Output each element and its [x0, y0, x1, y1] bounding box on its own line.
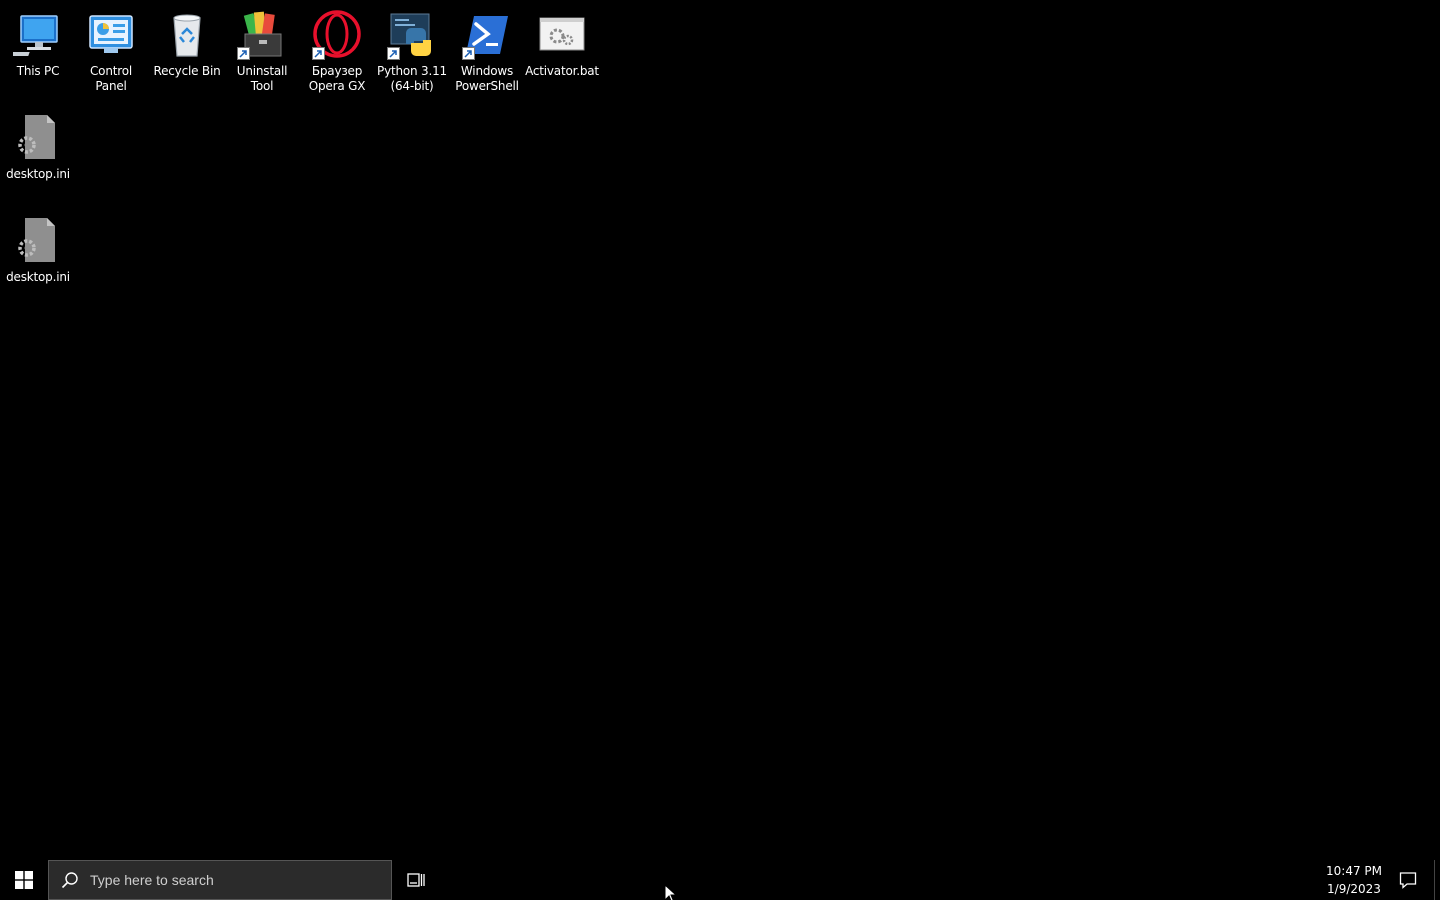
desktop-icon-label: desktop.ini — [6, 270, 70, 284]
start-button[interactable] — [0, 860, 48, 900]
desktop-icon-powershell[interactable]: Windows PowerShell — [449, 4, 525, 94]
action-center-button[interactable] — [1392, 860, 1424, 900]
uninstall-tool-icon — [237, 10, 287, 60]
computer-icon — [0, 10, 63, 60]
desktop-icon-label: Uninstall Tool — [236, 64, 288, 93]
desktop-icon-opera-gx[interactable]: Браузер Opera GX — [299, 4, 375, 94]
powershell-icon — [462, 10, 512, 60]
desktop-icon-label: This PC — [16, 64, 60, 78]
desktop-icon-label: Activator.bat — [525, 64, 599, 78]
taskbar-clock[interactable]: 10:47 PM 1/9/2023 — [1318, 862, 1390, 898]
control-panel-icon — [86, 10, 136, 60]
windows-logo-icon — [15, 871, 33, 889]
clock-time: 10:47 PM — [1326, 864, 1382, 878]
show-desktop-button[interactable] — [1434, 860, 1440, 900]
action-center-icon — [1399, 872, 1417, 889]
shortcut-arrow-icon — [312, 47, 325, 60]
desktop-icon-label: Recycle Bin — [153, 64, 221, 78]
desktop-icon-label: Control Panel — [90, 64, 132, 93]
desktop-icon-uninstall-tool[interactable]: Uninstall Tool — [224, 4, 300, 94]
recycle-bin-icon — [162, 10, 212, 60]
shortcut-arrow-icon — [387, 47, 400, 60]
desktop-icon-activator-bat[interactable]: Activator.bat — [524, 4, 600, 79]
desktop-icon-desktop-ini[interactable]: desktop.ini — [0, 107, 76, 182]
desktop-icon-desktop-ini[interactable]: desktop.ini — [0, 210, 76, 285]
clock-date: 1/9/2023 — [1327, 882, 1381, 896]
taskbar-search-box[interactable] — [48, 860, 392, 900]
opera-gx-icon — [312, 10, 362, 60]
desktop-icon-python[interactable]: Python 3.11 (64-bit) — [374, 4, 450, 94]
python-icon — [387, 10, 437, 60]
search-icon — [61, 872, 78, 889]
desktop-icon-label: desktop.ini — [6, 167, 70, 181]
desktop-icon-label: Браузер Opera GX — [308, 64, 366, 93]
settings-file-icon — [13, 113, 63, 163]
desktop-icon-label: Python 3.11 (64-bit) — [377, 64, 447, 93]
batch-file-icon — [537, 10, 587, 60]
search-input[interactable] — [88, 871, 372, 889]
task-view-icon — [407, 873, 425, 887]
taskbar: 10:47 PM 1/9/2023 — [0, 860, 1440, 900]
desktop: This PC Control Panel Recycle Bin Uninst… — [0, 0, 1440, 860]
desktop-icon-this-pc[interactable]: This PC — [0, 4, 76, 79]
desktop-icon-label: Windows PowerShell — [455, 64, 519, 93]
task-view-button[interactable] — [396, 860, 436, 900]
settings-file-icon — [13, 216, 63, 266]
desktop-icon-recycle-bin[interactable]: Recycle Bin — [149, 4, 225, 79]
shortcut-arrow-icon — [237, 47, 250, 60]
mouse-cursor-icon — [664, 884, 678, 900]
shortcut-arrow-icon — [462, 47, 475, 60]
desktop-icon-control-panel[interactable]: Control Panel — [73, 4, 149, 94]
